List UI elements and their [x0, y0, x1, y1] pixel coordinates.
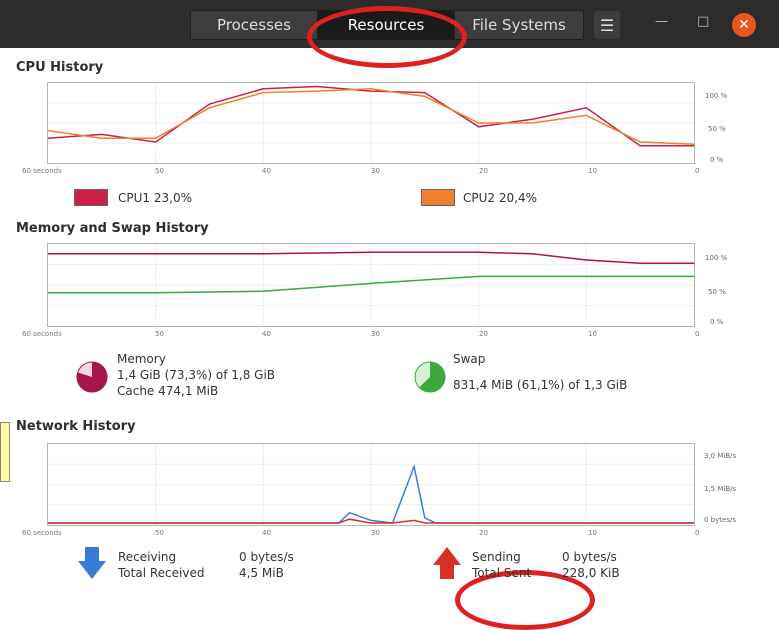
network-plot [47, 443, 695, 526]
close-button[interactable]: ✕ [732, 13, 756, 37]
memory-history-title: Memory and Swap History [16, 221, 209, 236]
network-history-title: Network History [16, 419, 136, 434]
network-y-tick: 1,5 MiB/s [704, 485, 737, 493]
x-tick-label: 30 [371, 330, 380, 338]
memory-stats: Memory 1,4 GiB (73,3%) of 1,8 GiB Cache … [117, 352, 276, 398]
cpu1-color-swatch[interactable] [74, 189, 108, 206]
x-tick-label: 40 [262, 330, 271, 338]
x-tick-label: 50 [155, 167, 164, 175]
x-tick-label: 40 [262, 529, 271, 537]
close-icon: ✕ [738, 17, 750, 33]
x-tick-label: 40 [262, 167, 271, 175]
hamburger-icon: ☰ [599, 15, 615, 35]
memory-y-tick: 0 % [710, 318, 724, 326]
cpu-chart [47, 83, 695, 163]
cpu-y-tick: 50 % [708, 125, 726, 133]
maximize-button[interactable]: □ [697, 14, 709, 29]
x-tick-label: 60 seconds [22, 330, 62, 338]
cpu2-color-swatch[interactable] [421, 189, 455, 206]
header-bar: Processes Resources File Systems ☰ — □ ✕ [0, 0, 779, 48]
x-tick-label: 10 [588, 167, 597, 175]
x-tick-label: 60 seconds [22, 529, 62, 537]
x-tick-label: 60 seconds [22, 167, 62, 175]
side-note [0, 422, 10, 482]
x-tick-label: 30 [371, 529, 380, 537]
swap-pie-icon[interactable] [414, 361, 446, 393]
receiving-values: 0 bytes/s 4,5 MiB [239, 550, 294, 580]
x-tick-label: 0 [695, 529, 700, 537]
network-y-tick: 3,0 MiB/s [704, 452, 737, 460]
cpu-y-tick: 0 % [710, 156, 724, 164]
network-chart [48, 444, 694, 525]
x-tick-label: 20 [479, 330, 488, 338]
minimize-icon: — [655, 14, 668, 29]
x-tick-label: 0 [695, 167, 700, 175]
cpu-y-tick: 100 % [705, 92, 728, 100]
cpu2-legend: CPU2 20,4% [463, 191, 537, 205]
maximize-icon: □ [697, 14, 710, 29]
memory-pie-icon[interactable] [76, 361, 108, 393]
x-tick-label: 10 [588, 330, 597, 338]
memory-y-tick: 100 % [705, 254, 728, 262]
cpu1-legend: CPU1 23,0% [118, 191, 192, 205]
network-y-tick: 0 bytes/s [704, 516, 736, 524]
memory-plot [47, 243, 695, 327]
receiving-arrow-icon[interactable] [78, 545, 106, 581]
tab-resources[interactable]: Resources [318, 10, 454, 40]
memory-chart [48, 244, 694, 326]
x-tick-label: 50 [155, 529, 164, 537]
sending-stats: Sending Total Sent [472, 550, 532, 580]
swap-stats: Swap 831,4 MiB (61,1%) of 1,3 GiB [453, 352, 628, 392]
sending-arrow-icon[interactable] [433, 545, 461, 581]
x-tick-label: 20 [479, 167, 488, 175]
minimize-button[interactable]: — [655, 14, 668, 29]
memory-y-tick: 50 % [708, 288, 726, 296]
tab-file-systems[interactable]: File Systems [454, 10, 584, 40]
tab-processes[interactable]: Processes [190, 10, 318, 40]
x-tick-label: 0 [695, 330, 700, 338]
cpu-history-title: CPU History [16, 60, 104, 75]
receiving-stats: Receiving Total Received [118, 550, 205, 580]
x-tick-label: 10 [588, 529, 597, 537]
sending-values: 0 bytes/s 228,0 KiB [562, 550, 620, 580]
cpu-plot [47, 82, 695, 164]
x-tick-label: 30 [371, 167, 380, 175]
x-tick-label: 50 [155, 330, 164, 338]
x-tick-label: 20 [479, 529, 488, 537]
menu-button[interactable]: ☰ [594, 11, 620, 39]
